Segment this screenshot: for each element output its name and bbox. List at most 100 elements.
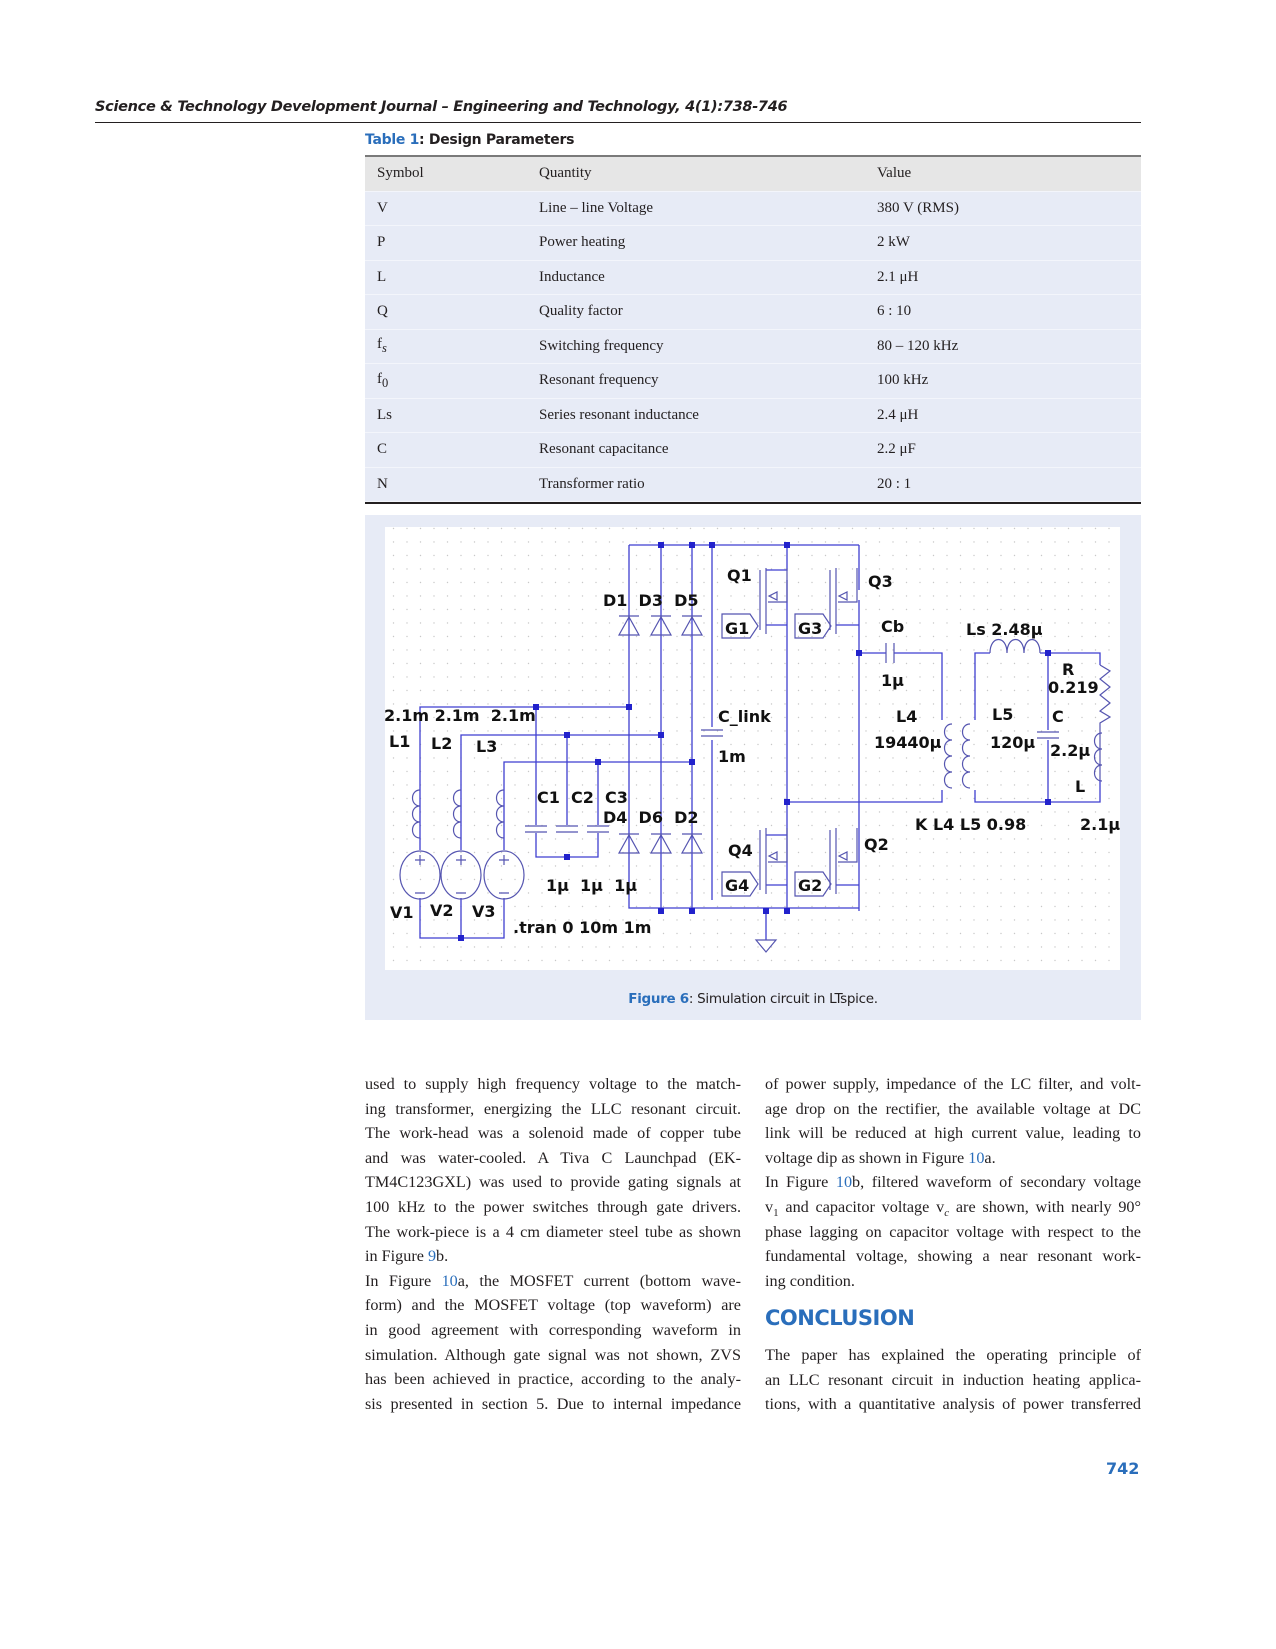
body-right-column: of power supply, impedance of the LC fil… — [765, 1072, 1141, 1293]
label-v2: V2 — [430, 901, 454, 920]
text-segment: has been achieved in practice, according… — [365, 1370, 741, 1389]
label-g1: G1 — [725, 619, 749, 638]
cell-symbol: L — [377, 268, 387, 285]
cell-quantity: Resonant frequency — [539, 372, 659, 389]
table-header-row: Symbol Quantity Value — [365, 157, 1141, 192]
junction-node — [595, 759, 601, 765]
cell-value: 2.1 μH — [877, 268, 919, 285]
text-line: 100 kHz to the power switches through ga… — [365, 1195, 741, 1220]
text-segment: and was water-cooled. A Tiva C Launchpad… — [365, 1148, 741, 1167]
symbol-subscript: 0 — [382, 375, 389, 390]
text-segment: a, the MOSFET current (bottom wave- — [457, 1271, 741, 1290]
table-row: P Power heating 2 kW — [365, 226, 1141, 261]
header-rule — [95, 122, 1141, 123]
junction-node — [689, 908, 695, 914]
cell-value: 2.4 μH — [877, 406, 919, 423]
figure-reference-link[interactable]: 10 — [442, 1272, 458, 1290]
figure-label: Figure 6 — [628, 991, 689, 1007]
junction-node — [658, 732, 664, 738]
text-segment: an LLC resonant circuit in induction hea… — [765, 1370, 1141, 1389]
text-line: an LLC resonant circuit in induction hea… — [765, 1368, 1141, 1393]
label-v1: V1 — [390, 903, 414, 922]
label-tran-directive: .tran 0 10m 1m — [513, 918, 651, 937]
label-q2: Q2 — [864, 835, 889, 854]
text-segment: used to supply high frequency voltage to… — [365, 1075, 741, 1093]
conclusion-text: The paper has explained the operating pr… — [765, 1343, 1141, 1417]
junction-node — [1045, 799, 1051, 805]
cell-quantity: Series resonant inductance — [539, 406, 699, 423]
label-g2: G2 — [798, 876, 822, 895]
text-segment: are shown, with nearly 90° — [949, 1197, 1141, 1216]
label-q4: Q4 — [728, 841, 753, 860]
text-segment: link will be reduced at high current val… — [765, 1124, 1141, 1143]
design-parameters-table: Symbol Quantity Value V Line – line Volta… — [365, 155, 1141, 504]
text-segment: and capacitor voltage v — [778, 1197, 945, 1216]
cell-value: 6 : 10 — [877, 303, 912, 320]
junction-node — [1045, 650, 1051, 656]
label-cb-value: 1μ — [881, 671, 904, 690]
text-segment: ing condition. — [765, 1271, 855, 1290]
label-l5: L5 — [992, 705, 1013, 724]
text-segment: of power supply, impedance of the LC fil… — [765, 1075, 1141, 1093]
table-row: f0 Resonant frequency 100 kHz — [365, 364, 1141, 399]
text-line: The paper has explained the operating pr… — [765, 1343, 1141, 1368]
text-segment: The work-piece is a 4 cm diameter steel … — [365, 1222, 741, 1241]
text-line: form) and the MOSFET voltage (top wavefo… — [365, 1293, 741, 1318]
text-line: used to supply high frequency voltage to… — [365, 1072, 741, 1097]
label-l1: L1 — [389, 732, 410, 751]
label-coupling: K L4 L5 0.98 — [915, 815, 1026, 834]
label-diodes-top: D1 D3 D5 — [603, 591, 699, 610]
figure-caption: Figure 6: Simulation circuit in LTspice. — [365, 991, 1141, 1007]
text-segment: in good agreement with corresponding wav… — [365, 1320, 741, 1339]
cell-quantity: Switching frequency — [539, 337, 664, 354]
cell-quantity: Quality factor — [539, 303, 623, 320]
junction-node — [709, 542, 715, 548]
label-inductor-values: 2.1m 2.1m 2.1m — [385, 706, 536, 725]
text-line: and was water-cooled. A Tiva C Launchpad… — [365, 1146, 741, 1171]
text-segment: The paper has explained the operating pr… — [765, 1346, 1141, 1364]
text-segment: a. — [984, 1148, 996, 1167]
text-line: v1 and capacitor voltage vc are shown, w… — [765, 1195, 1141, 1220]
junction-node — [784, 799, 790, 805]
text-segment: in Figure — [365, 1247, 428, 1266]
label-v3: V3 — [472, 902, 496, 921]
cell-symbol: V — [377, 199, 388, 216]
label-q3: Q3 — [868, 572, 893, 591]
table-row: L Inductance 2.1 μH — [365, 260, 1141, 295]
text-segment: In Figure — [365, 1271, 442, 1290]
label-l5-value: 120μ — [990, 733, 1035, 752]
journal-header: Science & Technology Development Journal… — [95, 99, 788, 115]
figure-reference-link[interactable]: 10 — [836, 1173, 852, 1191]
cell-value: 2 kW — [877, 234, 910, 251]
text-segment: TM4C123GXL) was used to provide gating s… — [365, 1173, 741, 1192]
text-line: has been achieved in practice, according… — [365, 1367, 741, 1392]
cell-symbol: Ls — [377, 406, 392, 423]
table-row: Q Quality factor 6 : 10 — [365, 295, 1141, 330]
label-l2: L2 — [431, 734, 452, 753]
figure-reference-link[interactable]: 10 — [968, 1149, 984, 1167]
text-segment: phase lagging on capacitor voltage with … — [765, 1222, 1141, 1241]
figure-caption-text: : Simulation circuit in LTspice. — [688, 991, 878, 1007]
figure-reference-link[interactable]: 9 — [428, 1247, 436, 1265]
text-line: age drop on the rectifier, the available… — [765, 1097, 1141, 1122]
label-l: L — [1075, 777, 1085, 796]
text-line: ing condition. — [765, 1269, 1141, 1294]
text-line: sis presented in section 5. Due to inter… — [365, 1392, 741, 1417]
col-header-value: Value — [877, 165, 912, 182]
label-l3: L3 — [476, 737, 497, 756]
cell-symbol: fs — [377, 336, 387, 356]
text-line: in Figure 9b. — [365, 1244, 741, 1269]
text-line: fundamental voltage, showing a near reso… — [765, 1244, 1141, 1269]
ltspice-schematic: Q1 Q3 Q4 Q2 G1 G3 G4 G2 D1 D3 D5 D4 D6 D… — [385, 527, 1120, 970]
cell-value: 100 kHz — [877, 372, 929, 389]
text-segment: b. — [436, 1247, 449, 1266]
junction-node — [658, 908, 664, 914]
text-line: of power supply, impedance of the LC fil… — [765, 1072, 1141, 1097]
junction-node — [658, 542, 664, 548]
cell-symbol: P — [377, 234, 386, 251]
label-r-value: 0.219 — [1048, 678, 1099, 697]
cell-quantity: Inductance — [539, 268, 605, 285]
cell-symbol: C — [377, 441, 388, 458]
text-segment: fundamental voltage, showing a near reso… — [765, 1247, 1141, 1266]
label-r: R — [1062, 660, 1074, 679]
